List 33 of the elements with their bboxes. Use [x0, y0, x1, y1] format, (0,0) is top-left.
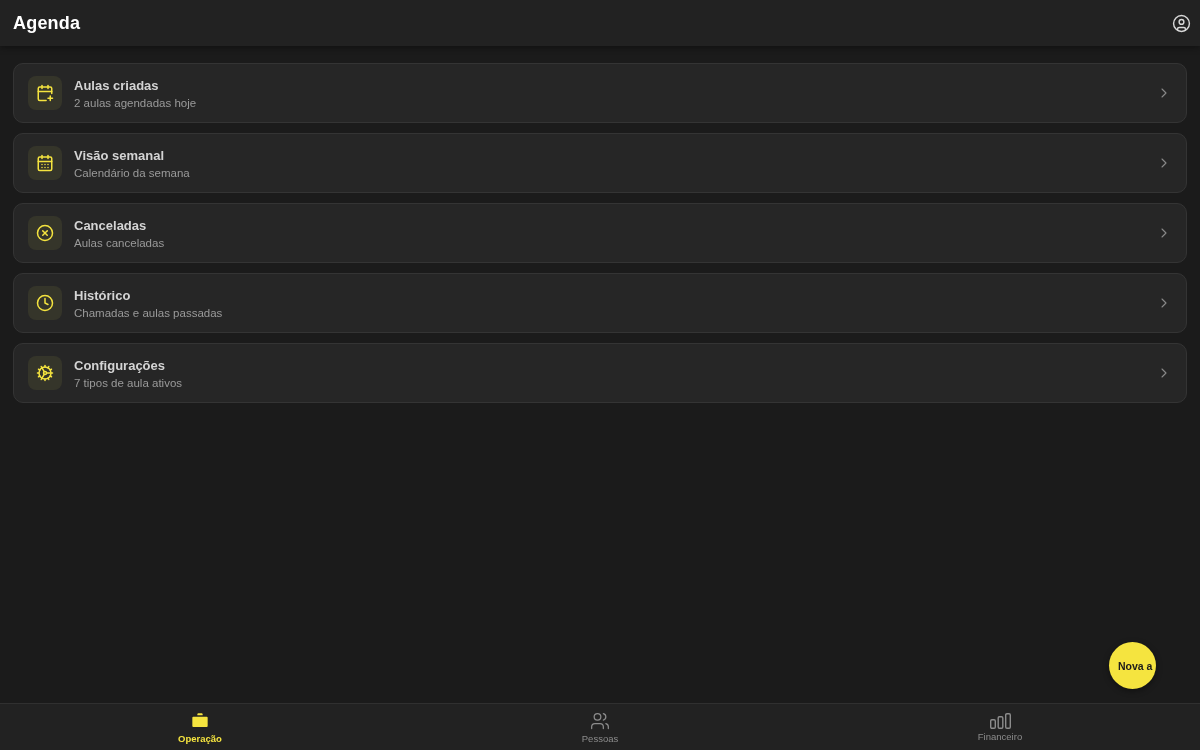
card-title: Aulas criadas [74, 77, 160, 93]
bar-chart-icon [989, 713, 1011, 729]
briefcase-icon [190, 711, 210, 731]
menu-card[interactable]: Histórico Chamadas e aulas passadas [13, 273, 1187, 333]
new-class-fab[interactable]: Nova a [1109, 642, 1156, 689]
card-subtitle: 7 tipos de aula ativos [74, 376, 184, 389]
card-subtitle: 2 aulas agendadas hoje [74, 96, 198, 109]
nav-tab[interactable]: Financeiro [800, 704, 1200, 750]
profile-button[interactable] [1172, 13, 1191, 33]
circle-x-icon [28, 216, 62, 250]
nav-tab[interactable]: Operação [0, 704, 400, 750]
card-title: Canceladas [74, 217, 148, 233]
clock-icon [28, 286, 62, 320]
page-title: Agenda [13, 12, 81, 34]
menu-card[interactable]: Visão semanal Calendário da semana [13, 133, 1187, 193]
card-title: Histórico [74, 287, 132, 303]
menu-card[interactable]: Canceladas Aulas canceladas [13, 203, 1187, 263]
user-profile-icon [1172, 13, 1191, 33]
nav-tab[interactable]: Pessoas [400, 704, 800, 750]
calendar-plus-icon [28, 76, 62, 110]
card-subtitle: Chamadas e aulas passadas [74, 306, 224, 319]
card-title: Configurações [74, 357, 166, 373]
card-title: Visão semanal [74, 147, 166, 163]
card-subtitle: Calendário da semana [74, 166, 191, 179]
nav-tab-label: Pessoas [581, 733, 619, 744]
settings-icon [28, 356, 62, 390]
menu-card[interactable]: Configurações 7 tipos de aula ativos [13, 343, 1187, 403]
nav-tab-label: Financeiro [977, 731, 1023, 742]
calendar-icon [28, 146, 62, 180]
card-subtitle: Aulas canceladas [74, 236, 166, 249]
menu-card[interactable]: Aulas criadas 2 aulas agendadas hoje [13, 63, 1187, 123]
nav-tab-label: Operação [178, 733, 222, 744]
people-icon [590, 711, 610, 731]
